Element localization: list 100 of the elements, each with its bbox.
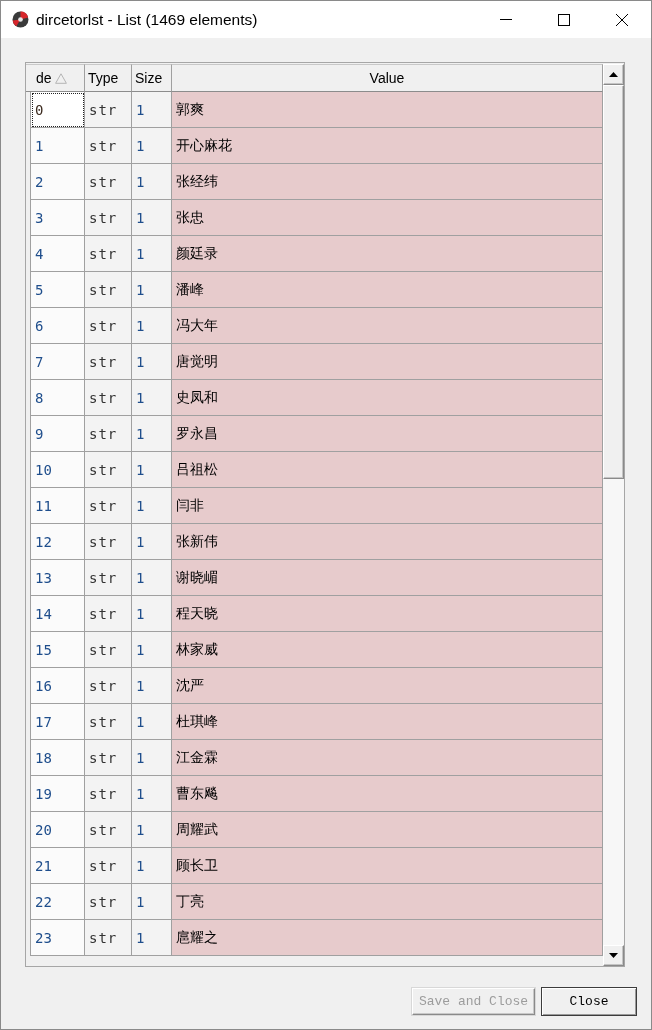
value-cell: 张忠 [172,200,603,236]
index-cell: 9 [31,416,85,452]
type-cell: str [85,524,132,560]
value-cell: 沈严 [172,668,603,704]
value-cell: 杜琪峰 [172,704,603,740]
size-cell: 1 [132,380,172,416]
size-cell: 1 [132,704,172,740]
type-cell: str [85,812,132,848]
value-cell: 史凤和 [172,380,603,416]
index-cell: 22 [31,884,85,920]
value-cell: 闫非 [172,488,603,524]
size-cell: 1 [132,740,172,776]
value-cell: 唐觉明 [172,344,603,380]
column-header[interactable]: Size [132,64,172,92]
down-arrow-icon [609,953,618,958]
type-cell: str [85,128,132,164]
value-cell: 丁亮 [172,884,603,920]
value-cell: 程天晓 [172,596,603,632]
index-cell: 6 [31,308,85,344]
size-cell: 1 [132,272,172,308]
value-cell: 罗永昌 [172,416,603,452]
index-cell: 21 [31,848,85,884]
value-cell: 张新伟 [172,524,603,560]
size-cell: 1 [132,416,172,452]
size-cell: 1 [132,236,172,272]
type-cell: str [85,884,132,920]
type-cell: str [85,776,132,812]
index-cell: 14 [31,596,85,632]
type-cell: str [85,416,132,452]
app-icon [12,11,29,28]
size-cell: 1 [132,164,172,200]
type-cell: str [85,596,132,632]
type-cell: str [85,344,132,380]
size-cell: 1 [132,524,172,560]
size-cell: 1 [132,488,172,524]
size-cell: 1 [132,884,172,920]
scrollbar-thumb[interactable] [603,85,624,479]
type-cell: str [85,308,132,344]
index-cell: 10 [31,452,85,488]
value-cell: 郭爽 [172,92,603,128]
index-cell: 12 [31,524,85,560]
index-cell: 0 [31,92,85,128]
minimize-icon [500,19,512,20]
index-cell: 16 [31,668,85,704]
size-cell: 1 [132,776,172,812]
size-cell: 1 [132,632,172,668]
type-cell: str [85,380,132,416]
index-cell: 3 [31,200,85,236]
column-header[interactable]: Value [172,64,603,92]
type-cell: str [85,452,132,488]
up-arrow-icon [609,72,618,77]
index-cell: 19 [31,776,85,812]
type-cell: str [85,236,132,272]
value-cell: 冯大年 [172,308,603,344]
type-cell: str [85,920,132,956]
index-cell: 23 [31,920,85,956]
sort-ascending-icon [54,72,67,84]
type-cell: str [85,92,132,128]
column-header[interactable]: de [26,64,85,92]
index-cell: 13 [31,560,85,596]
column-header[interactable]: Type [85,64,132,92]
index-cell: 11 [31,488,85,524]
value-cell: 曹东飚 [172,776,603,812]
type-cell: str [85,848,132,884]
value-cell: 扈耀之 [172,920,603,956]
type-cell: str [85,272,132,308]
size-cell: 1 [132,200,172,236]
index-cell: 2 [31,164,85,200]
value-cell: 张经纬 [172,164,603,200]
value-cell: 林家威 [172,632,603,668]
type-cell: str [85,200,132,236]
size-cell: 1 [132,560,172,596]
type-cell: str [85,632,132,668]
value-cell: 周耀武 [172,812,603,848]
index-cell: 5 [31,272,85,308]
size-cell: 1 [132,668,172,704]
value-cell: 谢晓嵋 [172,560,603,596]
size-cell: 1 [132,452,172,488]
index-cell: 20 [31,812,85,848]
index-cell: 17 [31,704,85,740]
value-cell: 吕祖松 [172,452,603,488]
index-cell: 1 [31,128,85,164]
index-cell: 8 [31,380,85,416]
value-cell: 江金霖 [172,740,603,776]
index-cell: 15 [31,632,85,668]
size-cell: 1 [132,128,172,164]
size-cell: 1 [132,596,172,632]
scroll-down-button[interactable] [603,945,624,966]
type-cell: str [85,704,132,740]
maximize-icon [558,13,570,26]
scroll-up-button[interactable] [603,64,624,85]
index-cell: 18 [31,740,85,776]
close-button[interactable]: Close [541,987,637,1016]
size-cell: 1 [132,812,172,848]
value-cell: 顾长卫 [172,848,603,884]
type-cell: str [85,668,132,704]
window-title: dircetorlst - List (1469 elements) [36,10,259,29]
type-cell: str [85,740,132,776]
value-cell: 潘峰 [172,272,603,308]
size-cell: 1 [132,344,172,380]
